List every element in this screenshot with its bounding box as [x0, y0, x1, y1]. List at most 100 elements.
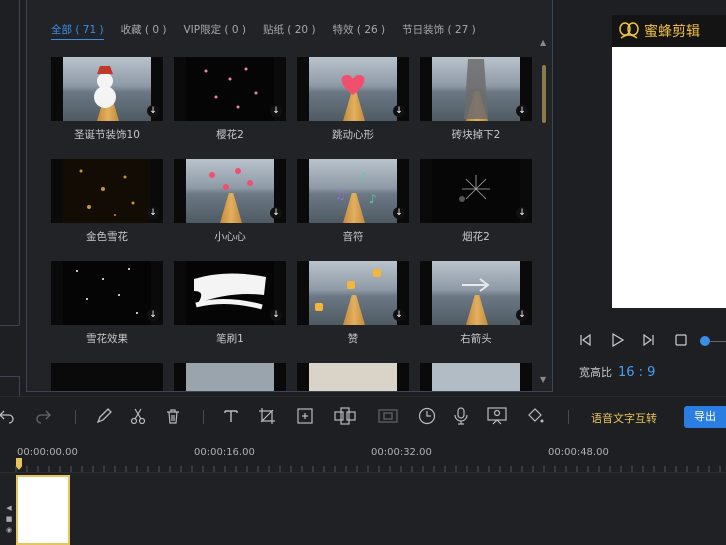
toolbar-separator [75, 410, 76, 424]
lock-icon[interactable]: ■ [4, 514, 14, 525]
next-frame-icon[interactable] [642, 333, 656, 347]
volume-slider-handle[interactable] [700, 336, 710, 346]
previous-frame-icon[interactable] [578, 333, 592, 347]
download-icon[interactable]: ↓ [270, 207, 282, 219]
material-label: 笔刷1 [216, 333, 244, 345]
mosaic-icon[interactable] [334, 405, 356, 427]
material-thumbnail[interactable] [51, 363, 163, 391]
material-thumbnail[interactable]: ↓ [297, 57, 409, 121]
material-label: 烟花2 [462, 231, 490, 243]
pencil-icon[interactable] [93, 405, 115, 427]
material-thumbnail[interactable]: ↓ [297, 261, 409, 325]
crop-icon[interactable] [256, 405, 278, 427]
left-panel-bottom [0, 376, 20, 396]
material-item-partial[interactable] [174, 363, 286, 391]
material-thumbnail[interactable] [420, 363, 532, 391]
track-controls: ◀ ■ ◉ [4, 503, 14, 536]
download-icon[interactable]: ↓ [393, 105, 405, 117]
download-icon[interactable]: ↓ [516, 309, 528, 321]
download-icon[interactable]: ↓ [270, 105, 282, 117]
scroll-up-icon[interactable]: ▲ [540, 38, 546, 47]
speaker-icon[interactable]: ◀ [4, 503, 14, 514]
eye-icon[interactable]: ◉ [4, 525, 14, 536]
download-icon[interactable]: ↓ [147, 207, 159, 219]
material-label: 赞 [347, 333, 359, 345]
svg-text:♫: ♫ [335, 188, 346, 202]
material-thumbnail[interactable]: ↓ [174, 261, 286, 325]
material-thumbnail[interactable]: ↓ [420, 57, 532, 121]
material-item-partial[interactable] [51, 363, 163, 391]
material-thumbnail[interactable] [297, 363, 409, 391]
aspect-ratio-value[interactable]: 16 : 9 [618, 365, 655, 380]
download-icon[interactable]: ↓ [516, 105, 528, 117]
scissors-icon[interactable] [127, 405, 149, 427]
material-thumbnail[interactable]: ↓ [174, 159, 286, 223]
material-thumbnail[interactable]: ↓ [51, 261, 163, 325]
tab-effects[interactable]: 特效 ( 26 ) [333, 22, 386, 40]
download-icon[interactable]: ↓ [270, 309, 282, 321]
material-thumbnail[interactable]: ↓ [51, 159, 163, 223]
material-thumbnail[interactable] [174, 363, 286, 391]
material-item-partial[interactable] [420, 363, 532, 391]
redo-icon[interactable] [32, 405, 54, 427]
volume-slider-track[interactable] [710, 341, 726, 342]
resize-icon[interactable] [294, 405, 316, 427]
material-item[interactable]: ↓ 小心心 [174, 159, 286, 244]
material-thumbnail[interactable]: ↓ [420, 261, 532, 325]
material-item[interactable]: ↓ 跳动心形 [297, 57, 409, 142]
download-icon[interactable]: ↓ [393, 309, 405, 321]
aspect-ratio[interactable]: 宽高比 16 : 9 [579, 364, 655, 380]
material-thumbnail[interactable]: ↓ [174, 57, 286, 121]
material-item[interactable]: ↓ 金色雪花 [51, 159, 163, 244]
material-thumbnail[interactable]: ↓ [51, 57, 163, 121]
scroll-down-icon[interactable]: ▼ [540, 375, 546, 384]
material-item[interactable]: ↓ 烟花2 [420, 159, 532, 244]
material-item[interactable]: ♪ ♫ ♪ ↓ 音符 [297, 159, 409, 244]
material-label: 砖块掉下2 [451, 129, 501, 141]
video-track[interactable] [0, 472, 726, 545]
material-item[interactable]: ↓ 右箭头 [420, 261, 532, 346]
tab-vip[interactable]: VIP限定 ( 0 ) [183, 22, 246, 40]
timecode-mark: 00:00:00.00 [17, 447, 78, 458]
material-item[interactable]: ↓ 赞 [297, 261, 409, 346]
text-icon[interactable] [220, 405, 242, 427]
material-thumbnail[interactable]: ♪ ♫ ♪ ↓ [297, 159, 409, 223]
undo-icon[interactable] [0, 405, 18, 427]
tab-stickers[interactable]: 贴纸 ( 20 ) [263, 22, 316, 40]
edit-toolbar: 语音文字互转 导出 [0, 405, 726, 429]
trash-icon[interactable] [162, 405, 184, 427]
tab-holiday[interactable]: 节日装饰 ( 27 ) [402, 22, 476, 40]
material-item[interactable]: ↓ 雪花效果 [51, 261, 163, 346]
clock-icon[interactable] [416, 405, 438, 427]
material-label: 雪花效果 [86, 333, 128, 345]
tab-favorites[interactable]: 收藏 ( 0 ) [121, 22, 167, 40]
download-icon[interactable]: ↓ [147, 105, 159, 117]
timecode-mark: 00:00:16.00 [194, 447, 255, 458]
material-label: 音符 [342, 231, 364, 243]
timeline-ruler[interactable]: 00:00:00.00 00:00:16.00 00:00:32.00 00:0… [0, 440, 726, 472]
record-screen-icon[interactable] [486, 405, 508, 427]
tab-all[interactable]: 全部 ( 71 ) [51, 22, 104, 40]
export-button[interactable]: 导出 [684, 406, 726, 428]
material-thumbnail[interactable]: ↓ [420, 159, 532, 223]
download-icon[interactable]: ↓ [393, 207, 405, 219]
material-item[interactable]: ↓ 笔刷1 [174, 261, 286, 346]
material-item[interactable]: ↓ 砖块掉下2 [420, 57, 532, 142]
download-icon[interactable]: ↓ [516, 207, 528, 219]
play-icon[interactable] [610, 333, 624, 347]
preview-screen[interactable] [612, 47, 726, 308]
toolbar-separator [203, 410, 204, 424]
freeze-frame-icon[interactable] [377, 405, 399, 427]
scrollbar-thumb[interactable] [542, 65, 546, 123]
stop-icon[interactable] [674, 333, 688, 347]
video-clip[interactable] [16, 475, 70, 545]
microphone-icon[interactable] [450, 405, 472, 427]
material-item[interactable]: ↓ 樱花2 [174, 57, 286, 142]
material-item[interactable]: ↓ 圣诞节装饰10 [51, 57, 163, 142]
speech-to-text-button[interactable]: 语音文字互转 [591, 410, 657, 426]
material-item-partial[interactable] [297, 363, 409, 391]
paint-bucket-icon[interactable] [524, 405, 546, 427]
download-icon[interactable]: ↓ [147, 309, 159, 321]
material-panel: 全部 ( 71 ) 收藏 ( 0 ) VIP限定 ( 0 ) 贴纸 ( 20 )… [26, 0, 553, 392]
toolbar-divider [0, 396, 726, 397]
